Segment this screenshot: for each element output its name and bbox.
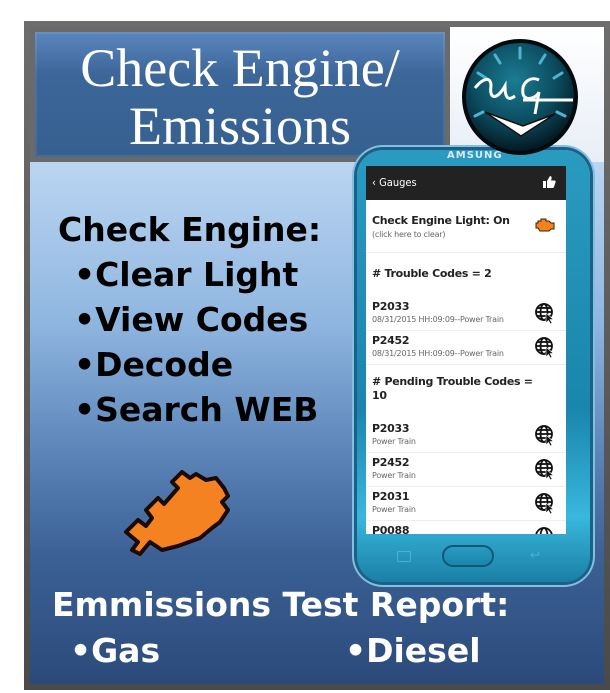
web-search-icon[interactable] (534, 492, 556, 514)
title-line-1: Check Engine/ (80, 38, 400, 98)
title-banner-inner: Check Engine/ Emissions (35, 32, 445, 157)
trouble-code-row[interactable]: P2452 08/31/2015 HH:09:09--Power Train (366, 331, 566, 365)
app-bar: ‹ Gauges (366, 166, 566, 200)
phone-screen: ‹ Gauges Check Engine Light: On (click h… (366, 166, 566, 534)
web-search-icon[interactable] (534, 336, 556, 358)
trouble-codes-header: # Trouble Codes = 2 (372, 267, 492, 280)
clear-light-hint: (click here to clear) (372, 230, 446, 239)
title-banner: Check Engine/ Emissions (30, 27, 450, 162)
engine-light-icon (535, 218, 555, 232)
pending-code-detail: Power Train (372, 505, 416, 514)
check-engine-heading: Check Engine: (58, 210, 322, 249)
pending-code: P2452 (372, 456, 410, 469)
emissions-heading: Emmissions Test Report: (52, 585, 510, 624)
pending-code-row[interactable]: P2033 Power Train (366, 419, 566, 453)
pending-code: P2033 (372, 422, 410, 435)
pending-code-row[interactable]: P0088 (366, 521, 566, 534)
recent-apps-key[interactable] (397, 551, 411, 562)
emissions-gas: •Gas (70, 631, 161, 670)
pending-code-row[interactable]: P2452 Power Train (366, 453, 566, 487)
gauge-logo-icon (462, 39, 578, 155)
pending-code: P2031 (372, 490, 410, 503)
thumbs-up-icon[interactable] (542, 175, 556, 189)
engine-icon (124, 470, 230, 556)
trouble-code-detail: 08/31/2015 HH:09:09--Power Train (372, 349, 504, 358)
back-key[interactable]: ↩ (530, 548, 540, 562)
trouble-code-detail: 08/31/2015 HH:09:09--Power Train (372, 315, 504, 324)
title-line-2: Emissions (128, 96, 352, 156)
home-button[interactable] (442, 545, 494, 567)
feature-view-codes: •View Codes (74, 300, 309, 339)
web-search-icon[interactable] (534, 424, 556, 446)
feature-clear-light: •Clear Light (74, 255, 299, 294)
trouble-code: P2033 (372, 300, 410, 313)
pending-code-row[interactable]: P2031 Power Train (366, 487, 566, 521)
pending-code-detail: Power Train (372, 437, 416, 446)
check-engine-light-label: Check Engine Light: On (372, 214, 510, 227)
pending-header-line-2: 10 (372, 389, 387, 402)
pending-code: P0088 (372, 524, 410, 534)
feature-search-web: •Search WEB (74, 390, 319, 429)
back-to-gauges-link[interactable]: ‹ Gauges (372, 176, 417, 189)
emissions-diesel: •Diesel (345, 631, 481, 670)
trouble-code: P2452 (372, 334, 410, 347)
check-engine-light-row[interactable]: Check Engine Light: On (click here to cl… (366, 200, 566, 253)
web-search-icon[interactable] (534, 526, 556, 534)
pending-code-detail: Power Train (372, 471, 416, 480)
pending-header-line-1: # Pending Trouble Codes = (372, 375, 533, 388)
trouble-code-row[interactable]: P2033 08/31/2015 HH:09:09--Power Train (366, 297, 566, 331)
web-search-icon[interactable] (534, 302, 556, 324)
web-search-icon[interactable] (534, 458, 556, 480)
pending-codes-header: # Pending Trouble Codes = 10 (366, 365, 566, 419)
feature-decode: •Decode (74, 345, 234, 384)
